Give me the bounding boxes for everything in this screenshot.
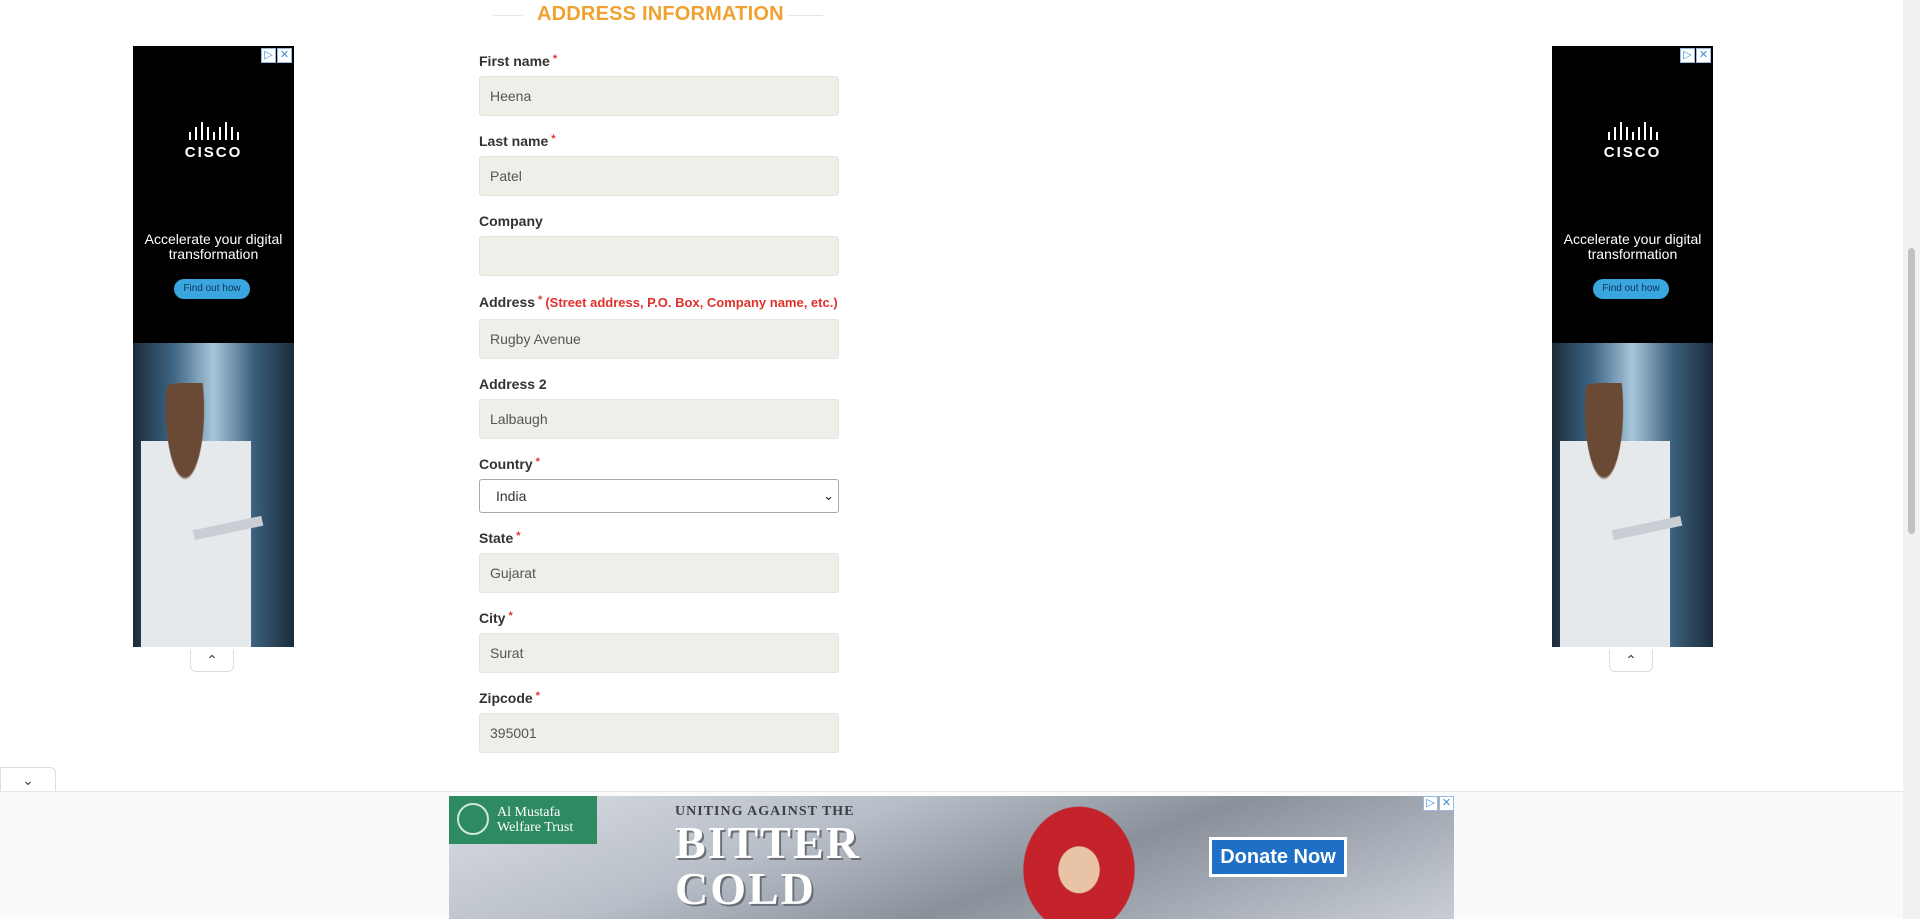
cisco-logo: CISCO	[1552, 122, 1713, 161]
find-out-how-button[interactable]: Find out how	[1593, 279, 1669, 299]
close-icon[interactable]: ✕	[1439, 796, 1454, 811]
page-scrollbar[interactable]	[1903, 0, 1920, 919]
zipcode-label-text: Zipcode	[479, 690, 533, 706]
chevron-down-icon: ⌄	[823, 488, 834, 503]
cisco-bars-icon	[1552, 122, 1713, 140]
ad-photo	[1552, 343, 1713, 647]
scrollbar-thumb[interactable]	[1908, 248, 1915, 534]
collapse-left-ad-button[interactable]: ⌃	[190, 650, 234, 672]
address-label-text: Address	[479, 294, 536, 310]
zipcode-label: Zipcode *	[479, 689, 839, 707]
chevron-down-icon: ⌄	[22, 772, 34, 788]
company-input[interactable]	[479, 236, 839, 276]
chevron-up-icon: ⌃	[206, 652, 218, 668]
find-out-how-button[interactable]: Find out how	[174, 279, 250, 299]
section-title: ADDRESS INFORMATION	[537, 3, 784, 25]
ad-person-image	[141, 383, 251, 647]
address-field: Address * (Street address, P.O. Box, Compa…	[479, 290, 839, 359]
country-select[interactable]: India ⌄	[479, 479, 839, 513]
required-mark: *	[516, 530, 521, 542]
last-name-field: Last name * Patel	[479, 132, 839, 196]
city-field: City * Surat	[479, 609, 839, 673]
cisco-bars-icon	[133, 122, 294, 140]
required-mark: *	[552, 53, 558, 65]
country-label-text: Country	[479, 456, 533, 472]
city-label: City *	[479, 609, 839, 627]
address2-label: Address 2	[479, 376, 547, 392]
required-mark: *	[538, 294, 543, 306]
heading-rule-right	[787, 15, 823, 16]
org-logo: Al Mustafa Welfare Trust	[449, 796, 597, 844]
required-mark: *	[535, 690, 540, 702]
last-name-input[interactable]: Patel	[479, 156, 839, 196]
country-label: Country *	[479, 455, 839, 473]
banner-headline-line-1: BITTER	[675, 817, 861, 868]
org-name: Al Mustafa Welfare Trust	[497, 805, 574, 835]
collapse-right-ad-button[interactable]: ⌃	[1609, 650, 1653, 672]
left-side-ad[interactable]: ▷ ✕ CISCO Accelerate your digital transf…	[133, 46, 294, 647]
bottom-banner-ad[interactable]: Al Mustafa Welfare Trust UNITING AGAINST…	[449, 796, 1454, 919]
required-mark: *	[508, 610, 513, 622]
zipcode-input[interactable]: 395001	[479, 713, 839, 753]
cisco-logo: CISCO	[133, 122, 294, 161]
ad-controls: ▷ ✕	[1423, 796, 1454, 811]
address-form: First name * Heena Last name * Patel Compa…	[479, 52, 839, 769]
banner-headline-line-2: COLD	[675, 863, 816, 914]
org-emblem-icon	[457, 803, 489, 835]
first-name-label-text: First name	[479, 53, 550, 69]
chevron-up-icon: ⌃	[1625, 652, 1637, 668]
ad-headline: Accelerate your digital transformation	[1563, 231, 1702, 262]
first-name-label: First name *	[479, 52, 839, 70]
address2-input[interactable]: Lalbaugh	[479, 399, 839, 439]
ad-controls: ▷ ✕	[1680, 48, 1711, 63]
section-heading: ADDRESS INFORMATION	[493, 0, 823, 30]
first-name-field: First name * Heena	[479, 52, 839, 116]
address-input[interactable]: Rugby Avenue	[479, 319, 839, 359]
ad-photo	[133, 343, 294, 647]
city-label-text: City	[479, 610, 506, 626]
close-icon[interactable]: ✕	[1696, 48, 1711, 63]
ad-choices-icon[interactable]: ▷	[261, 48, 276, 63]
address2-field: Address 2 Lalbaugh	[479, 375, 839, 439]
address-hint: (Street address, P.O. Box, Company name,…	[545, 295, 838, 310]
banner-headline: BITTER COLD	[675, 820, 861, 912]
bottom-ad-toggle-button[interactable]: ⌄	[0, 767, 56, 791]
required-mark: *	[535, 456, 540, 468]
ad-headline: Accelerate your digital transformation	[144, 231, 283, 262]
required-mark: *	[551, 133, 556, 145]
country-selected-value: India	[496, 488, 527, 504]
ad-choices-icon[interactable]: ▷	[1680, 48, 1695, 63]
country-field: Country * India ⌄	[479, 455, 839, 513]
last-name-label-text: Last name	[479, 133, 549, 149]
city-input[interactable]: Surat	[479, 633, 839, 673]
donate-now-button[interactable]: Donate Now	[1209, 837, 1347, 877]
cisco-wordmark: CISCO	[1603, 144, 1662, 161]
cisco-wordmark: CISCO	[184, 144, 243, 161]
state-label-text: State	[479, 530, 514, 546]
state-field: State * Gujarat	[479, 529, 839, 593]
ad-choices-icon[interactable]: ▷	[1423, 796, 1438, 811]
last-name-label: Last name *	[479, 132, 839, 150]
close-icon[interactable]: ✕	[277, 48, 292, 63]
state-label: State *	[479, 529, 839, 547]
zipcode-field: Zipcode * 395001	[479, 689, 839, 753]
first-name-input[interactable]: Heena	[479, 76, 839, 116]
company-label: Company	[479, 213, 543, 229]
banner-child-image	[1014, 796, 1144, 919]
heading-rule-left	[493, 15, 523, 16]
ad-controls: ▷ ✕	[261, 48, 292, 63]
state-input[interactable]: Gujarat	[479, 553, 839, 593]
company-field: Company	[479, 212, 839, 276]
ad-person-image	[1560, 383, 1670, 647]
address-label: Address * (Street address, P.O. Box, Compa…	[479, 290, 839, 315]
right-side-ad[interactable]: ▷ ✕ CISCO Accelerate your digital transf…	[1552, 46, 1713, 647]
